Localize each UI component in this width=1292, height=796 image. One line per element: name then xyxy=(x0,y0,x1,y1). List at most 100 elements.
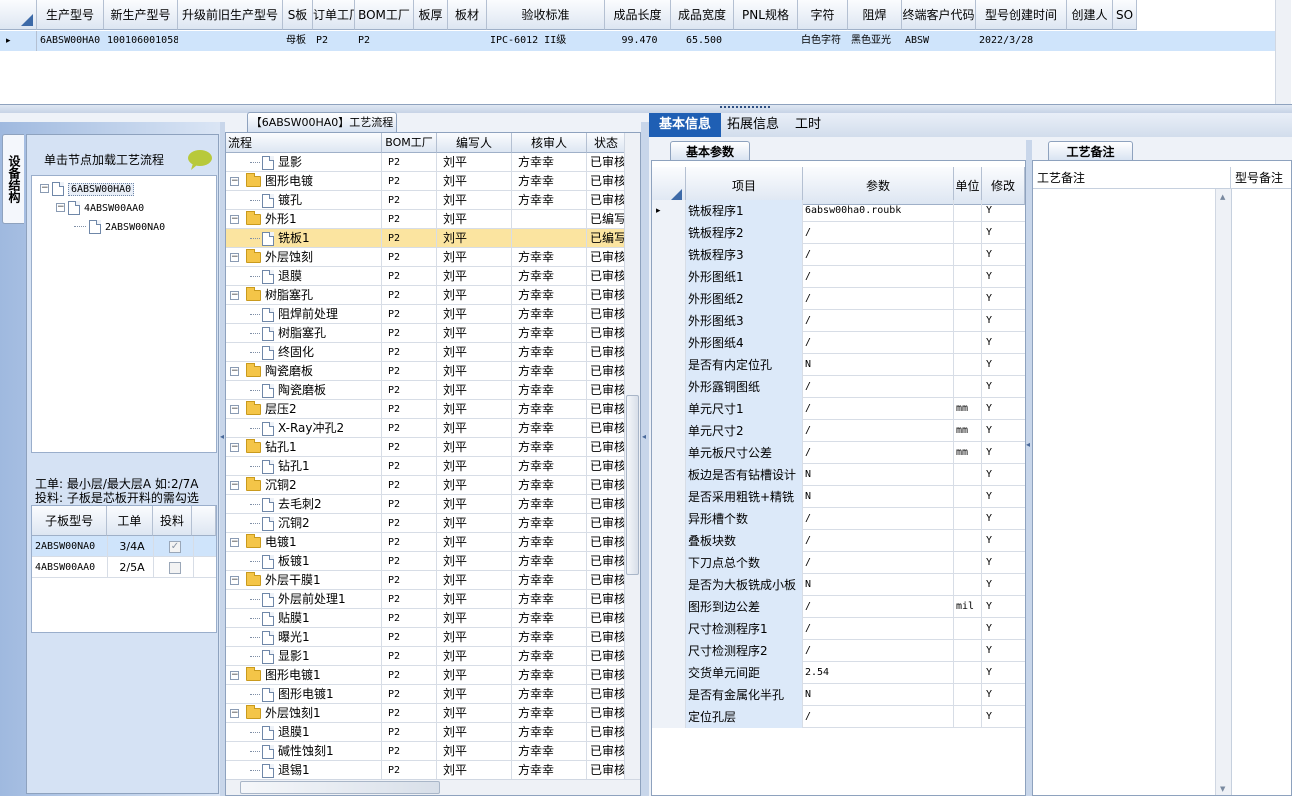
sub-order-cell[interactable]: 3/4A xyxy=(108,536,154,557)
param-value-cell[interactable]: / xyxy=(803,310,954,332)
structure-tree[interactable]: −6ABSW00HA0 −4ABSW00AA0 2ABSW00NA0 xyxy=(31,175,217,453)
param-value-cell[interactable]: N xyxy=(803,684,954,706)
flow-row[interactable]: 树脂塞孔 P2 刘平 方幸幸 已审核 xyxy=(226,324,626,343)
flow-row[interactable]: − 树脂塞孔 P2 刘平 方幸幸 已审核 xyxy=(226,286,626,305)
flow-name-cell[interactable]: 阻焊前处理 xyxy=(226,305,382,324)
top-col-16[interactable]: 创建人 xyxy=(1067,0,1113,30)
top-col-4[interactable]: 订单工厂 xyxy=(313,0,355,30)
tab-basic-params[interactable]: 基本参数 xyxy=(670,141,750,161)
param-row[interactable]: 外形图纸2/ Y xyxy=(652,288,1025,310)
top-col-1[interactable]: 新生产型号 xyxy=(104,0,178,30)
top-cell-10[interactable]: 65.500 xyxy=(671,31,734,51)
flow-row[interactable]: − 图形电镀 P2 刘平 方幸幸 已审核 xyxy=(226,172,626,191)
param-value-cell[interactable]: N xyxy=(803,486,954,508)
col-feed[interactable]: 投料 xyxy=(152,506,193,536)
collapse-icon[interactable]: − xyxy=(230,709,239,718)
top-col-2[interactable]: 升级前旧生产型号 xyxy=(178,0,283,30)
param-value-cell[interactable]: / xyxy=(803,376,954,398)
flow-row[interactable]: 外层前处理1 P2 刘平 方幸幸 已审核 xyxy=(226,590,626,609)
flow-vscroll-thumb[interactable] xyxy=(626,395,639,575)
param-row[interactable]: 图形到边公差 / mil Y xyxy=(652,596,1025,618)
flow-name-cell[interactable]: − 图形电镀1 xyxy=(226,666,382,685)
param-row[interactable]: 单元尺寸1/mm Y xyxy=(652,398,1025,420)
flow-row[interactable]: 板镀1 P2 刘平 方幸幸 已审核 xyxy=(226,552,626,571)
tree-node-child[interactable]: − 4ABSW00AA0 xyxy=(56,200,144,216)
param-row[interactable]: 外形图纸4/ Y xyxy=(652,332,1025,354)
flow-name-cell[interactable]: 曝光1 xyxy=(226,628,382,647)
tab-device-structure[interactable]: 设备结构 xyxy=(2,134,24,224)
param-modify-cell[interactable]: Y xyxy=(982,662,1025,684)
tab-work-hours[interactable]: 工时 xyxy=(785,113,831,137)
param-modify-cell[interactable]: Y xyxy=(982,376,1025,398)
param-modify-cell[interactable]: Y xyxy=(982,332,1025,354)
flow-name-cell[interactable]: − 外层蚀刻1 xyxy=(226,704,382,723)
collapse-icon[interactable]: − xyxy=(230,671,239,680)
flow-row[interactable]: − 外层蚀刻1 P2 刘平 方幸幸 已审核 xyxy=(226,704,626,723)
feed-checkbox[interactable] xyxy=(169,562,181,574)
top-col-3[interactable]: S板 xyxy=(283,0,313,30)
col-writer[interactable]: 编写人 xyxy=(437,133,512,153)
flow-name-cell[interactable]: 钻孔1 xyxy=(226,457,382,476)
param-value-cell[interactable]: / xyxy=(803,222,954,244)
collapse-right-icon[interactable]: ◂ xyxy=(1026,440,1030,449)
param-modify-cell[interactable]: Y xyxy=(982,706,1025,728)
collapse-icon[interactable]: − xyxy=(230,291,239,300)
param-value-cell[interactable]: / xyxy=(803,530,954,552)
top-cell-12[interactable]: 白色字符 xyxy=(798,31,848,51)
param-row[interactable]: 是否有内定位孔 N Y xyxy=(652,354,1025,376)
param-row[interactable]: ▸ 铣板程序1 6absw00ha0.roubk Y xyxy=(652,200,1025,222)
param-modify-cell[interactable]: Y xyxy=(982,464,1025,486)
param-value-cell[interactable]: / xyxy=(803,244,954,266)
param-value-cell[interactable]: N xyxy=(803,464,954,486)
param-value-cell[interactable]: / xyxy=(803,508,954,530)
collapse-icon[interactable]: − xyxy=(230,177,239,186)
collapse-icon[interactable]: − xyxy=(230,538,239,547)
flow-name-cell[interactable]: 沉铜2 xyxy=(226,514,382,533)
param-row[interactable]: 外形图纸1/ Y xyxy=(652,266,1025,288)
sub-feed-cell[interactable]: ✓ xyxy=(154,536,194,557)
param-modify-cell[interactable]: Y xyxy=(982,618,1025,640)
top-cell-16[interactable] xyxy=(1067,31,1113,51)
flow-row[interactable]: − 层压2 P2 刘平 方幸幸 已审核 xyxy=(226,400,626,419)
tree-node-leaf[interactable]: 2ABSW00NA0 xyxy=(74,219,165,235)
param-value-cell[interactable]: 2.54 xyxy=(803,662,954,684)
param-modify-cell[interactable]: Y xyxy=(982,222,1025,244)
top-cell-14[interactable]: ABSW xyxy=(902,31,976,51)
top-cell-17[interactable] xyxy=(1113,31,1137,51)
param-row[interactable]: 尺寸检测程序2/ Y xyxy=(652,640,1025,662)
top-cell-15[interactable]: 2022/3/28 xyxy=(976,31,1067,51)
flow-name-cell[interactable]: 贴膜1 xyxy=(226,609,382,628)
top-col-14[interactable]: 终端客户代码 xyxy=(902,0,976,30)
flow-row[interactable]: − 外形1 P2 刘平 已编写 xyxy=(226,210,626,229)
param-row[interactable]: 下刀点总个数 / Y xyxy=(652,552,1025,574)
param-value-cell[interactable]: / xyxy=(803,596,954,618)
flow-name-cell[interactable]: − 层压2 xyxy=(226,400,382,419)
top-col-9[interactable]: 成品长度 xyxy=(605,0,671,30)
feed-checkbox[interactable]: ✓ xyxy=(169,541,181,553)
param-value-cell[interactable]: / xyxy=(803,398,954,420)
collapse-icon[interactable]: − xyxy=(230,215,239,224)
param-row[interactable]: 单元板尺寸公差 / mm Y xyxy=(652,442,1025,464)
top-col-6[interactable]: 板厚 xyxy=(414,0,448,30)
tree-node-root[interactable]: − 6ABSW00HA0 xyxy=(40,181,135,197)
top-cell-11[interactable] xyxy=(734,31,798,51)
top-col-10[interactable]: 成品宽度 xyxy=(671,0,734,30)
flow-panel-title[interactable]: 【6ABSW00HA0】工艺流程 xyxy=(247,112,397,132)
col-flow[interactable]: 流程 xyxy=(226,133,382,153)
flow-name-cell[interactable]: − 电镀1 xyxy=(226,533,382,552)
param-row[interactable]: 是否有金属化半孔 N Y xyxy=(652,684,1025,706)
flow-row[interactable]: 钻孔1 P2 刘平 方幸幸 已审核 xyxy=(226,457,626,476)
param-value-cell[interactable]: / xyxy=(803,552,954,574)
scroll-up-icon[interactable]: ▲ xyxy=(1220,193,1225,201)
col-sub-model[interactable]: 子板型号 xyxy=(32,506,108,536)
param-row[interactable]: 异形槽个数 / Y xyxy=(652,508,1025,530)
flow-name-cell[interactable]: 图形电镀1 xyxy=(226,685,382,704)
param-modify-cell[interactable]: Y xyxy=(982,310,1025,332)
collapse-icon[interactable]: − xyxy=(230,481,239,490)
param-modify-cell[interactable]: Y xyxy=(982,266,1025,288)
top-grid-scrollbar[interactable] xyxy=(1275,0,1291,104)
top-model-grid[interactable]: 生产型号新生产型号升级前旧生产型号S板订单工厂BOM工厂板厚板材验收标准成品长度… xyxy=(0,0,1292,105)
flow-vscroll[interactable] xyxy=(624,133,640,779)
param-modify-cell[interactable]: Y xyxy=(982,640,1025,662)
flow-name-cell[interactable]: 铣板1 xyxy=(226,229,382,248)
